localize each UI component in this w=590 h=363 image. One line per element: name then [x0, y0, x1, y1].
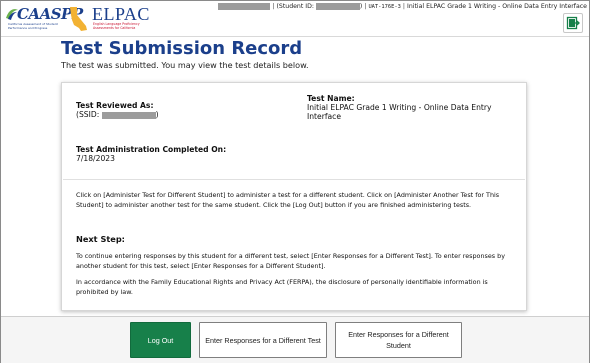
test-name-label: Test Name:: [307, 94, 355, 103]
completed-on-label: Test Administration Completed On:: [76, 145, 227, 154]
exit-door-icon: [566, 16, 580, 30]
completed-on-section: Test Administration Completed On: 7/18/2…: [76, 145, 226, 163]
caaspp-tagline: California Assessment of Student Perform…: [8, 22, 58, 30]
next-step-heading: Next Step:: [76, 234, 125, 244]
next-step-text: To continue entering responses by this s…: [76, 252, 505, 270]
elpac-logo: ELPAC English Language Proficiency Asses…: [67, 4, 155, 34]
caaspp-logo: CAASPP California Assessment of Student …: [5, 3, 83, 35]
session-test-name: Initial ELPAC Grade 1 Writing - Online D…: [407, 3, 587, 10]
exit-button[interactable]: [563, 13, 583, 33]
instructions-text: Click on [Administer Test for Different …: [76, 191, 500, 209]
california-state-icon: [70, 7, 87, 31]
session-code: UAT-176E-3: [368, 3, 401, 10]
page-subtitle: The test was submitted. You may view the…: [61, 60, 309, 70]
enter-responses-different-test-button[interactable]: Enter Responses for a Different Test: [199, 322, 327, 358]
redacted-student-id: [315, 3, 360, 10]
test-reviewed-section: Test Reviewed As: (SSID: ): [76, 101, 159, 119]
test-name-section: Test Name: Initial ELPAC Grade 1 Writing…: [307, 94, 522, 121]
page-title: Test Submission Record: [61, 38, 303, 59]
redacted-ssid: [101, 111, 156, 119]
ssid-value: (SSID: ): [76, 110, 159, 119]
enter-responses-different-student-button[interactable]: Enter Responses for a Different Student: [335, 322, 462, 358]
student-id-label: (Student ID:: [276, 3, 314, 10]
submission-record-card: Test Reviewed As: (SSID: ) Test Name: In…: [61, 82, 527, 311]
test-name-value: Initial ELPAC Grade 1 Writing - Online D…: [307, 103, 492, 121]
completed-on-value: 7/18/2023: [76, 154, 115, 163]
student-id-close: ): [359, 3, 363, 10]
app-header: CAASPP California Assessment of Student …: [1, 1, 589, 37]
action-footer: Log Out Enter Responses for a Different …: [1, 316, 589, 363]
elpac-tagline: English Language Proficiency Assessments…: [93, 22, 140, 30]
card-divider: [63, 179, 525, 180]
session-info: | (Student ID: ) | UAT-176E-3 | Initial …: [218, 2, 587, 11]
redacted-student-name: [218, 3, 271, 10]
test-reviewed-label: Test Reviewed As:: [76, 101, 154, 110]
logout-button[interactable]: Log Out: [130, 322, 191, 358]
ferpa-notice: In accordance with the Family Educationa…: [76, 278, 488, 296]
